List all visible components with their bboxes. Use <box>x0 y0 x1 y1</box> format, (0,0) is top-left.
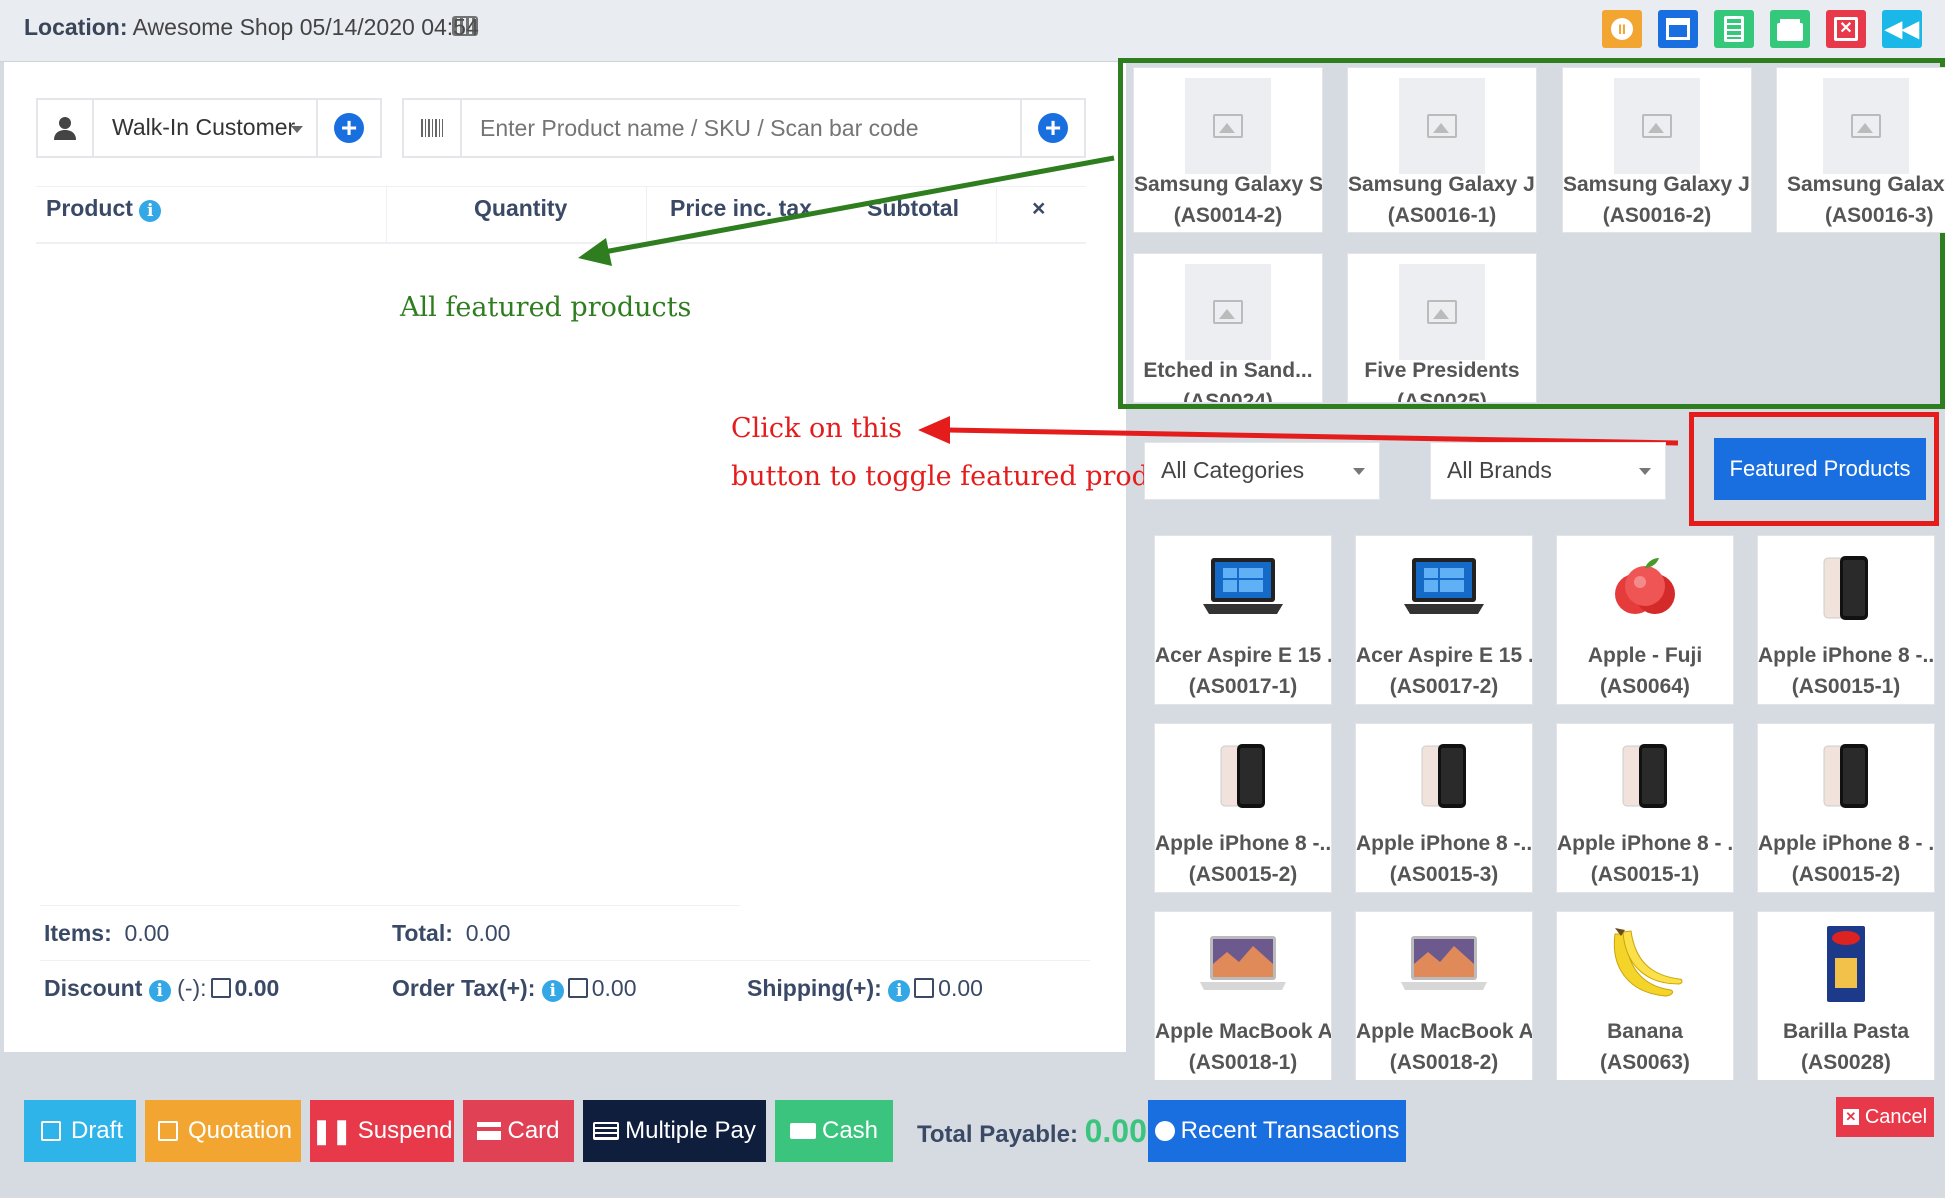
featured-product-tile[interactable]: Samsung Galaxy J(AS0016-3) <box>1776 67 1945 233</box>
product-tile[interactable]: Apple iPhone 8 -... (AS0015-2) <box>1154 723 1332 893</box>
featured-products-button[interactable]: Featured Products <box>1714 438 1926 500</box>
edit-icon <box>40 1121 61 1141</box>
close-icon: ✕ <box>1842 1109 1859 1125</box>
cancel-button[interactable]: ✕ Cancel <box>1836 1097 1934 1137</box>
phone-icon <box>1823 556 1868 620</box>
total-payable-value: 0.00 <box>1084 1113 1147 1149</box>
image-placeholder-icon <box>1614 78 1700 174</box>
list-icon <box>593 1122 620 1140</box>
info-icon[interactable]: i <box>148 980 171 1002</box>
image-placeholder-icon <box>1399 264 1485 360</box>
image-placeholder-icon <box>1185 78 1271 174</box>
edit-tax-icon[interactable] <box>567 978 588 998</box>
product-tile[interactable]: Acer Aspire E 15 ... (AS0017-2) <box>1355 535 1533 705</box>
card-button[interactable]: Card <box>463 1100 574 1162</box>
featured-product-tile[interactable]: Samsung Galaxy S... (AS0014-2) <box>1133 67 1323 233</box>
featured-product-tile[interactable]: Five Presidents (AS0025) <box>1347 253 1537 403</box>
annotation-green-arrow-line <box>603 155 1115 255</box>
credit-card-icon <box>477 1122 502 1140</box>
phone-icon <box>1622 744 1667 808</box>
recent-transactions-button[interactable]: Recent Transactions <box>1148 1100 1406 1162</box>
product-tile[interactable]: Apple iPhone 8 -... (AS0015-1) <box>1757 535 1935 705</box>
multiple-pay-button[interactable]: Multiple Pay <box>583 1100 766 1162</box>
phone-icon <box>1421 744 1466 808</box>
items-count: Items: 0.00 <box>44 920 170 946</box>
info-icon[interactable]: i <box>888 980 911 1002</box>
edit-discount-icon[interactable] <box>210 978 231 998</box>
image-placeholder-icon <box>1399 78 1485 174</box>
info-icon[interactable]: i <box>541 980 564 1002</box>
phone-icon <box>1823 744 1868 808</box>
pause-icon: ❚❚ <box>311 1117 352 1145</box>
macbook-icon <box>1401 936 1487 990</box>
category-select[interactable]: All Categories <box>1144 442 1380 500</box>
cash-button[interactable]: Cash <box>775 1100 893 1162</box>
chevron-down-icon <box>1639 468 1651 475</box>
money-icon <box>789 1123 816 1139</box>
suspend-button[interactable]: ❚❚ Suspend <box>310 1100 454 1162</box>
annotation-red-arrowhead <box>918 416 950 444</box>
banana-icon <box>1613 928 1683 997</box>
product-tile[interactable]: Apple MacBook Ai...(AS0018-1) <box>1154 911 1332 1080</box>
featured-product-tile[interactable]: Samsung Galaxy J... (AS0016-2) <box>1562 67 1752 233</box>
edit-shipping-icon[interactable] <box>914 978 935 998</box>
product-tile[interactable]: Apple - Fuji (AS0064) <box>1556 535 1734 705</box>
phone-icon <box>1220 744 1265 808</box>
image-placeholder-icon <box>1823 78 1909 174</box>
featured-product-tile[interactable]: Samsung Galaxy J... (AS0016-1) <box>1347 67 1537 233</box>
featured-product-tile[interactable]: Etched in Sand... (AS0024) <box>1133 253 1323 403</box>
laptop-icon <box>1203 558 1283 614</box>
annotation-toggle-line1: Click on this <box>731 413 902 444</box>
product-tile[interactable]: Apple iPhone 8 -... (AS0015-3) <box>1355 723 1533 893</box>
total-amount: Total: 0.00 <box>392 920 511 946</box>
product-tile[interactable]: Acer Aspire E 15 ... (AS0017-1) <box>1154 535 1332 705</box>
draft-button[interactable]: Draft <box>24 1100 136 1162</box>
total-payable: Total Payable: 0.00 <box>917 1113 1147 1149</box>
product-tile[interactable]: Apple iPhone 8 - ... (AS0015-1) <box>1556 723 1734 893</box>
quotation-button[interactable]: Quotation <box>145 1100 301 1162</box>
pasta-box-icon <box>1827 926 1865 1002</box>
chevron-down-icon <box>1353 468 1365 475</box>
macbook-icon <box>1200 936 1286 990</box>
clock-icon <box>1154 1121 1175 1141</box>
discount-row: Discount i (-): 0.00 <box>44 975 280 1002</box>
shipping-row: Shipping(+): i 0.00 <box>747 975 983 1002</box>
edit-icon <box>157 1121 178 1141</box>
annotation-toggle-line2: button to toggle featured products <box>731 461 1207 492</box>
image-placeholder-icon <box>1185 264 1271 360</box>
annotation-green-arrowhead <box>578 238 612 266</box>
brand-select[interactable]: All Brands <box>1430 442 1666 500</box>
product-tile[interactable]: Apple MacBook Ai...(AS0018-2) <box>1355 911 1533 1080</box>
product-tile[interactable]: Barilla Pasta (AS0028) <box>1757 911 1935 1080</box>
apple-fruit-icon <box>1615 558 1675 614</box>
order-tax-row: Order Tax(+): i 0.00 <box>392 975 637 1002</box>
product-tile[interactable]: Apple iPhone 8 - ... (AS0015-2) <box>1757 723 1935 893</box>
product-tile[interactable]: Banana (AS0063) <box>1556 911 1734 1080</box>
product-grid: Acer Aspire E 15 ... (AS0017-1) Acer Aspi… <box>1154 535 1945 1080</box>
laptop-icon <box>1404 558 1484 614</box>
